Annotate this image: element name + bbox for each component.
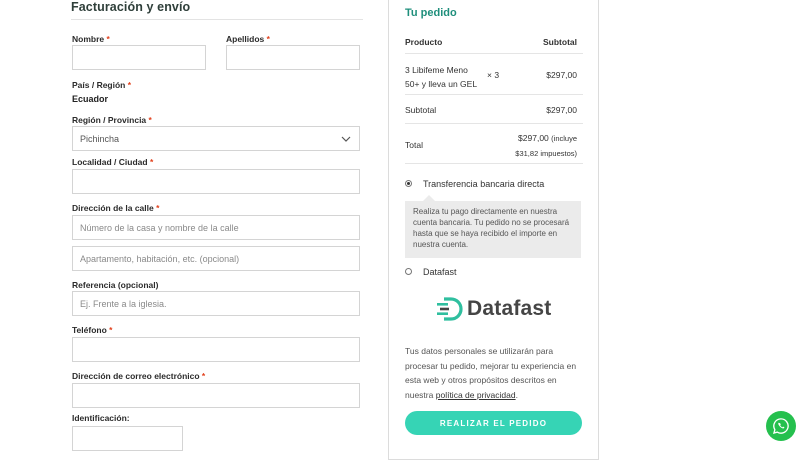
col-subtotal-header: Subtotal bbox=[543, 37, 577, 47]
telefono-input[interactable] bbox=[72, 337, 360, 362]
required-mark: * bbox=[106, 34, 110, 44]
pais-label: País / Región * bbox=[72, 80, 131, 90]
referencia-placeholder: Ej. Frente a la iglesia. bbox=[80, 298, 167, 309]
divider bbox=[405, 163, 583, 164]
col-product-header: Producto bbox=[405, 37, 443, 47]
identificacion-input[interactable] bbox=[72, 426, 183, 451]
direccion-label: Dirección de la calle * bbox=[72, 203, 159, 213]
direccion-input[interactable]: Número de la casa y nombre de la calle bbox=[72, 215, 360, 240]
total-tax-note: $31,82 impuestos) bbox=[515, 149, 577, 158]
apellidos-input[interactable] bbox=[226, 45, 360, 70]
payment-radio-transferencia[interactable] bbox=[405, 180, 412, 187]
required-mark: * bbox=[148, 115, 152, 125]
direccion2-placeholder: Apartamento, habitación, etc. (opcional) bbox=[80, 253, 240, 264]
whatsapp-button[interactable] bbox=[766, 411, 796, 441]
region-selected-value: Pichincha bbox=[80, 133, 120, 144]
privacy-notice: Tus datos personales se utilizarán para … bbox=[405, 344, 585, 402]
pais-value: Ecuador bbox=[72, 94, 109, 104]
direccion-label-text: Dirección de la calle bbox=[72, 203, 154, 213]
datafast-logo-text: Datafast bbox=[467, 297, 552, 320]
item-quantity: × 3 bbox=[487, 70, 500, 80]
region-label-text: Región / Provincia bbox=[72, 115, 147, 125]
billing-divider bbox=[71, 19, 363, 20]
referencia-input[interactable]: Ej. Frente a la iglesia. bbox=[72, 291, 360, 316]
nombre-label: Nombre * bbox=[72, 34, 110, 44]
localidad-label-text: Localidad / Ciudad bbox=[72, 157, 148, 167]
required-mark: * bbox=[127, 80, 132, 90]
payment-description: Realiza tu pago directamente en nuestra … bbox=[405, 195, 581, 258]
required-mark: * bbox=[149, 157, 154, 167]
order-title: Tu pedido bbox=[405, 7, 457, 19]
chevron-down-icon bbox=[341, 136, 351, 142]
required-mark: * bbox=[266, 34, 270, 44]
referencia-label: Referencia (opcional) bbox=[72, 280, 159, 290]
region-label: Región / Provincia * bbox=[72, 115, 152, 125]
nombre-input[interactable] bbox=[72, 45, 206, 70]
subtotal-value: $297,00 bbox=[546, 105, 577, 115]
telefono-label: Teléfono * bbox=[72, 325, 112, 335]
email-input[interactable] bbox=[72, 383, 360, 408]
order-review: Tu pedido Producto Subtotal 3 Libifeme M… bbox=[388, 0, 599, 460]
total-value: $297,00 bbox=[518, 133, 549, 143]
datafast-logo: Datafast bbox=[437, 294, 567, 324]
payment-label-transferencia[interactable]: Transferencia bancaria directa bbox=[423, 179, 544, 189]
email-label-text: Dirección de correo electrónico bbox=[72, 371, 200, 381]
email-label: Dirección de correo electrónico * bbox=[72, 371, 205, 381]
datafast-logo-icon bbox=[437, 297, 463, 321]
required-mark: * bbox=[201, 371, 206, 381]
subtotal-label: Subtotal bbox=[405, 105, 437, 115]
privacy-end: . bbox=[515, 389, 518, 400]
payment-radio-datafast[interactable] bbox=[405, 268, 412, 275]
telefono-label-text: Teléfono bbox=[72, 325, 107, 335]
apellidos-label: Apellidos * bbox=[226, 34, 270, 44]
total-note: (incluye bbox=[551, 134, 577, 143]
region-select[interactable]: Pichincha bbox=[72, 126, 360, 151]
item-name: 3 Libifeme Meno 50+ y lleva un GEL bbox=[405, 63, 477, 91]
nombre-label-text: Nombre bbox=[72, 34, 105, 44]
direccion-placeholder: Número de la casa y nombre de la calle bbox=[80, 222, 239, 233]
divider bbox=[405, 123, 583, 124]
identificacion-label: Identificación: bbox=[72, 413, 130, 423]
total-label: Total bbox=[405, 140, 423, 150]
required-mark: * bbox=[109, 325, 113, 335]
billing-title: Facturación y envío bbox=[71, 0, 191, 14]
item-name-line1: 3 Libifeme Meno bbox=[405, 65, 468, 75]
total-value-block: $297,00 (incluye $31,82 impuestos) bbox=[489, 131, 577, 161]
localidad-input[interactable] bbox=[72, 169, 360, 194]
pais-label-text: País / Región bbox=[72, 80, 126, 90]
localidad-label: Localidad / Ciudad * bbox=[72, 157, 153, 167]
item-name-line2: 50+ y lleva un GEL bbox=[405, 79, 478, 89]
privacy-policy-link[interactable]: política de privacidad bbox=[436, 390, 516, 400]
divider bbox=[405, 94, 583, 95]
divider bbox=[405, 53, 583, 54]
whatsapp-icon bbox=[772, 418, 789, 434]
direccion2-input[interactable]: Apartamento, habitación, etc. (opcional) bbox=[72, 246, 360, 271]
apellidos-label-text: Apellidos bbox=[226, 34, 265, 44]
required-mark: * bbox=[156, 203, 160, 213]
place-order-button[interactable]: REALIZAR EL PEDIDO bbox=[405, 411, 582, 435]
item-subtotal: $297,00 bbox=[546, 70, 577, 80]
payment-label-datafast[interactable]: Datafast bbox=[423, 267, 457, 277]
